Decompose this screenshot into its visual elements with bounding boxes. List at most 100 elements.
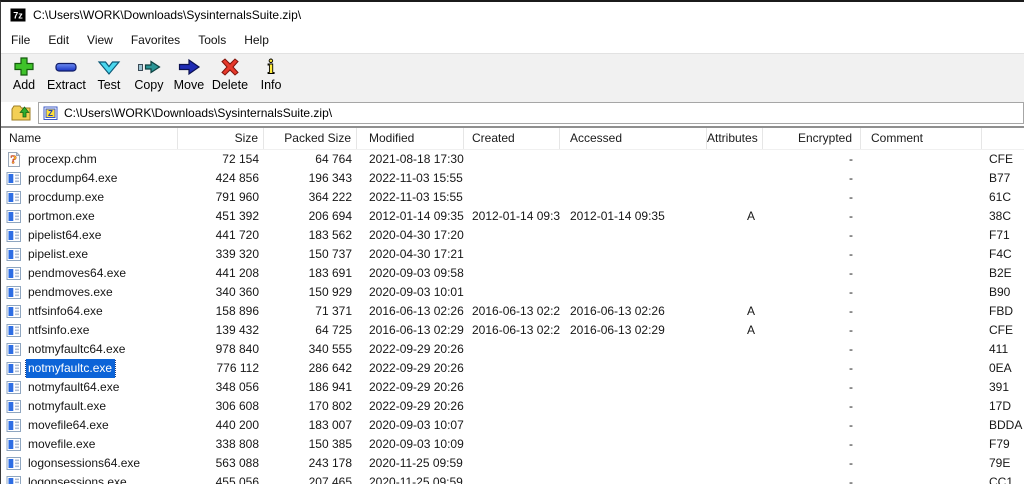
file-row[interactable]: pipelist.exe 339 320 150 737 2020-04-30 17:… <box>1 245 1024 264</box>
cell-crc: 79E <box>989 456 1011 470</box>
column-header-created[interactable]: Created <box>464 128 560 149</box>
exe-file-icon <box>6 475 22 484</box>
toolbar-label: Move <box>173 78 205 92</box>
cell-size: 455 056 <box>215 475 259 484</box>
exe-file-icon <box>6 380 22 395</box>
column-header-crc[interactable] <box>982 128 1024 149</box>
cell-comment <box>861 378 982 397</box>
file-row[interactable]: logonsessions.exe 455 056 207 465 2020-11-2… <box>1 473 1024 484</box>
list-header: Name Size Packed Size Modified Created Access… <box>1 128 1024 150</box>
column-header-comment[interactable]: Comment <box>861 128 982 149</box>
add-button[interactable]: Add <box>4 54 44 102</box>
cell-encrypted: - <box>849 266 853 280</box>
cell-created <box>464 397 560 416</box>
address-input[interactable]: Z C:\Users\WORK\Downloads\SysinternalsSu… <box>38 102 1024 124</box>
extract-button[interactable]: Extract <box>44 54 89 102</box>
menu-help[interactable]: Help <box>235 28 278 53</box>
cell-encrypted: - <box>849 342 853 356</box>
cell-size: 440 200 <box>215 418 259 432</box>
menu-bar: File Edit View Favorites Tools Help <box>1 28 1024 53</box>
cell-size: 139 432 <box>215 323 259 337</box>
file-row[interactable]: notmyfaultc64.exe 978 840 340 555 2022-09-2… <box>1 340 1024 359</box>
cell-modified: 2020-09-03 10:09 <box>369 437 464 451</box>
file-name: procdump.exe <box>28 190 105 204</box>
file-row[interactable]: portmon.exe 451 392 206 694 2012-01-14 09:3… <box>1 207 1024 226</box>
cell-created <box>464 245 560 264</box>
up-folder-button[interactable] <box>7 102 35 124</box>
file-name: pendmoves64.exe <box>28 266 127 280</box>
cell-accessed <box>560 454 707 473</box>
file-row[interactable]: ? procexp.chm 72 154 64 764 2021-08-18 17:30… <box>1 150 1024 169</box>
cell-encrypted: - <box>849 190 853 204</box>
cell-modified: 2020-09-03 10:07 <box>369 418 464 432</box>
delete-icon <box>217 57 243 77</box>
menu-file[interactable]: File <box>2 28 39 53</box>
file-row[interactable]: ntfsinfo64.exe 158 896 71 371 2016-06-13 02… <box>1 302 1024 321</box>
toolbar-label: Delete <box>211 78 249 92</box>
toolbar-label: Test <box>97 78 121 92</box>
cell-size: 339 320 <box>215 247 259 261</box>
file-row[interactable]: pendmoves64.exe 441 208 183 691 2020-09-03 … <box>1 264 1024 283</box>
cell-size: 340 360 <box>215 285 259 299</box>
file-row[interactable]: movefile.exe 338 808 150 385 2020-09-03 10:… <box>1 435 1024 454</box>
column-header-encrypted[interactable]: Encrypted <box>763 128 861 149</box>
cell-attributes <box>707 378 763 397</box>
cell-crc: 391 <box>989 380 1010 394</box>
column-header-packed[interactable]: Packed Size <box>264 128 357 149</box>
file-name: notmyfault.exe <box>28 399 107 413</box>
column-header-size[interactable]: Size <box>178 128 264 149</box>
cell-packed: 186 941 <box>308 380 352 394</box>
cell-size: 338 808 <box>215 437 259 451</box>
file-row[interactable]: pendmoves.exe 340 360 150 929 2020-09-03 10… <box>1 283 1024 302</box>
toolbar-label: Info <box>260 78 282 92</box>
cell-attributes <box>707 416 763 435</box>
cell-created <box>464 454 560 473</box>
menu-favorites[interactable]: Favorites <box>122 28 189 53</box>
cell-created <box>464 226 560 245</box>
copy-icon <box>136 57 162 77</box>
exe-file-icon <box>6 399 22 414</box>
cell-modified: 2020-11-25 09:59 <box>369 475 463 484</box>
cell-created <box>464 416 560 435</box>
exe-file-icon <box>6 285 22 300</box>
cell-modified: 2022-09-29 20:26 <box>369 361 464 375</box>
file-row[interactable]: movefile64.exe 440 200 183 007 2020-09-03 1… <box>1 416 1024 435</box>
cell-crc: 61C <box>989 190 1012 204</box>
file-row[interactable]: procdump.exe 791 960 364 222 2022-11-03 15:… <box>1 188 1024 207</box>
column-header-accessed[interactable]: Accessed <box>560 128 707 149</box>
cell-packed: 183 691 <box>308 266 352 280</box>
info-button[interactable]: i Info <box>251 54 291 102</box>
cell-modified: 2012-01-14 09:35 <box>369 209 464 223</box>
cell-created <box>464 283 560 302</box>
cell-packed: 150 737 <box>308 247 352 261</box>
delete-button[interactable]: Delete <box>209 54 251 102</box>
file-row[interactable]: ntfsinfo.exe 139 432 64 725 2016-06-13 02:2… <box>1 321 1024 340</box>
file-row[interactable]: notmyfault64.exe 348 056 186 941 2022-09-29… <box>1 378 1024 397</box>
cell-comment <box>861 283 982 302</box>
menu-edit[interactable]: Edit <box>39 28 78 53</box>
file-row[interactable]: notmyfaultc.exe 776 112 286 642 2022-09-29 … <box>1 359 1024 378</box>
file-row[interactable]: notmyfault.exe 306 608 170 802 2022-09-29 2… <box>1 397 1024 416</box>
cell-modified: 2021-08-18 17:30 <box>369 152 464 166</box>
cell-packed: 206 694 <box>308 209 352 223</box>
exe-file-icon <box>6 247 22 262</box>
file-row[interactable]: procdump64.exe 424 856 196 343 2022-11-03 1… <box>1 169 1024 188</box>
cell-comment <box>861 226 982 245</box>
copy-button[interactable]: Copy <box>129 54 169 102</box>
cell-encrypted: - <box>849 247 853 261</box>
file-row[interactable]: logonsessions64.exe 563 088 243 178 2020-11… <box>1 454 1024 473</box>
file-row[interactable]: pipelist64.exe 441 720 183 562 2020-04-30 1… <box>1 226 1024 245</box>
cell-attributes <box>707 188 763 207</box>
move-button[interactable]: Move <box>169 54 209 102</box>
column-header-attributes[interactable]: Attributes <box>707 128 763 149</box>
menu-tools[interactable]: Tools <box>189 28 235 53</box>
column-header-name[interactable]: Name <box>1 128 178 149</box>
test-button[interactable]: Test <box>89 54 129 102</box>
cell-crc: F79 <box>989 437 1010 451</box>
column-header-modified[interactable]: Modified <box>357 128 464 149</box>
cell-name: pendmoves.exe <box>1 283 178 302</box>
cell-name: movefile.exe <box>1 435 178 454</box>
menu-view[interactable]: View <box>78 28 122 53</box>
exe-file-icon <box>6 228 22 243</box>
cell-name: pendmoves64.exe <box>1 264 178 283</box>
